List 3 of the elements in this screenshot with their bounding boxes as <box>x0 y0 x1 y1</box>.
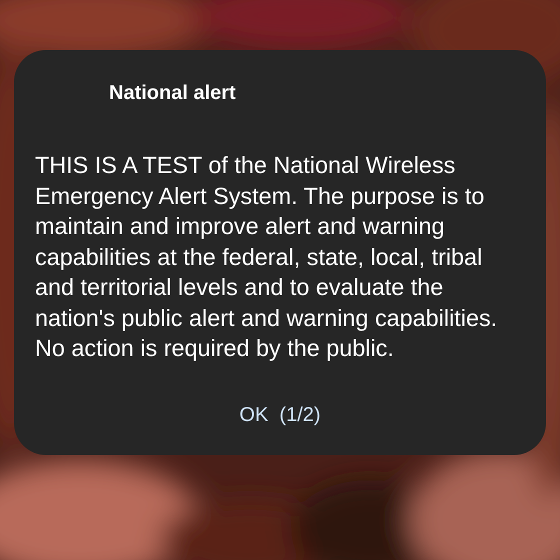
ok-button[interactable]: OK (1/2) <box>227 398 333 432</box>
dialog-title: National alert <box>109 81 237 106</box>
alert-message: THIS IS A TEST of the National Wireless Emergency Alert System. The purpose is to maintain and improve alert and warning capabilities at the federal, state, local, tribal and territorial levels and to evaluate the nation's public alert and warning capabilities. No action is required by the public. <box>35 151 498 363</box>
